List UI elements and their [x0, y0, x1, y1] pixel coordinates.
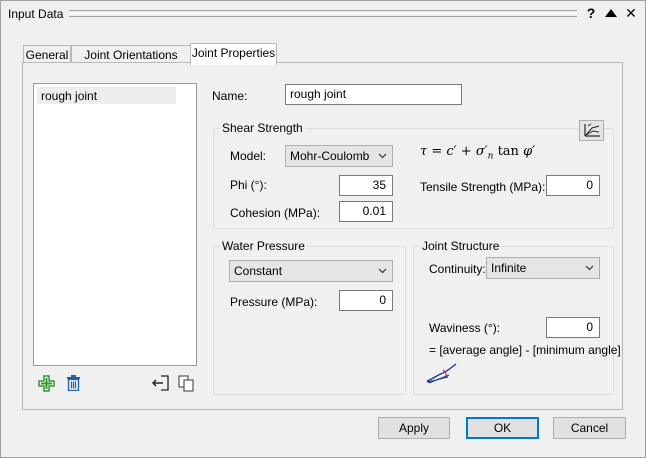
import-icon[interactable]: [151, 374, 169, 392]
cohesion-label: Cohesion (MPa):: [230, 206, 321, 220]
delete-icon[interactable]: [64, 374, 82, 392]
tensile-strength-input[interactable]: 0: [546, 175, 600, 196]
name-label: Name:: [212, 89, 248, 103]
apply-button[interactable]: Apply: [378, 417, 450, 439]
chevron-down-icon: [585, 265, 594, 271]
joint-list[interactable]: rough joint: [33, 83, 197, 366]
title-grip: [69, 10, 577, 17]
cohesion-input[interactable]: 0.01: [339, 201, 393, 222]
collapse-up-icon[interactable]: [603, 5, 619, 21]
input-data-dialog: Input Data ? ✕ General Joint Orientation…: [0, 0, 646, 458]
window-title: Input Data: [8, 7, 64, 21]
pressure-label: Pressure (MPa):: [230, 295, 318, 309]
name-input[interactable]: rough joint: [285, 84, 462, 105]
water-pressure-title: Water Pressure: [220, 239, 307, 253]
tensile-strength-label: Tensile Strength (MPa):: [420, 180, 546, 194]
model-select-value: Mohr-Coulomb: [290, 149, 370, 163]
continuity-select-value: Infinite: [491, 261, 527, 275]
shear-strength-title: Shear Strength: [220, 121, 305, 135]
water-pressure-type-select[interactable]: Constant: [229, 260, 393, 282]
model-select[interactable]: Mohr-Coulomb: [285, 145, 393, 167]
list-item[interactable]: rough joint: [37, 87, 176, 104]
waviness-note: = [average angle] - [minimum angle]: [429, 343, 621, 357]
joint-structure-title: Joint Structure: [420, 239, 502, 253]
add-icon[interactable]: [37, 374, 55, 392]
close-icon[interactable]: ✕: [623, 5, 639, 21]
chevron-down-icon: [378, 153, 387, 159]
waviness-label: Waviness (°):: [429, 321, 501, 335]
title-bar[interactable]: Input Data ? ✕: [1, 1, 645, 27]
chart-options-icon[interactable]: [579, 120, 604, 141]
help-icon[interactable]: ?: [583, 5, 599, 21]
cancel-button[interactable]: Cancel: [553, 417, 626, 439]
ok-button[interactable]: OK: [466, 417, 539, 439]
waviness-diagram-icon: [425, 361, 459, 385]
shear-strength-formula: τ = c′ + σ′n tan φ′: [420, 144, 536, 162]
chevron-down-icon: [378, 268, 387, 274]
continuity-label: Continuity:: [429, 262, 486, 276]
pressure-input[interactable]: 0: [339, 290, 393, 311]
waviness-input[interactable]: 0: [546, 317, 600, 338]
model-label: Model:: [230, 149, 267, 163]
phi-label: Phi (°):: [230, 178, 267, 192]
continuity-select[interactable]: Infinite: [486, 257, 600, 279]
tab-joint-properties[interactable]: Joint Properties: [190, 43, 277, 65]
phi-input[interactable]: 35: [339, 175, 393, 196]
copy-icon[interactable]: [177, 374, 195, 392]
water-pressure-type-value: Constant: [234, 264, 283, 278]
